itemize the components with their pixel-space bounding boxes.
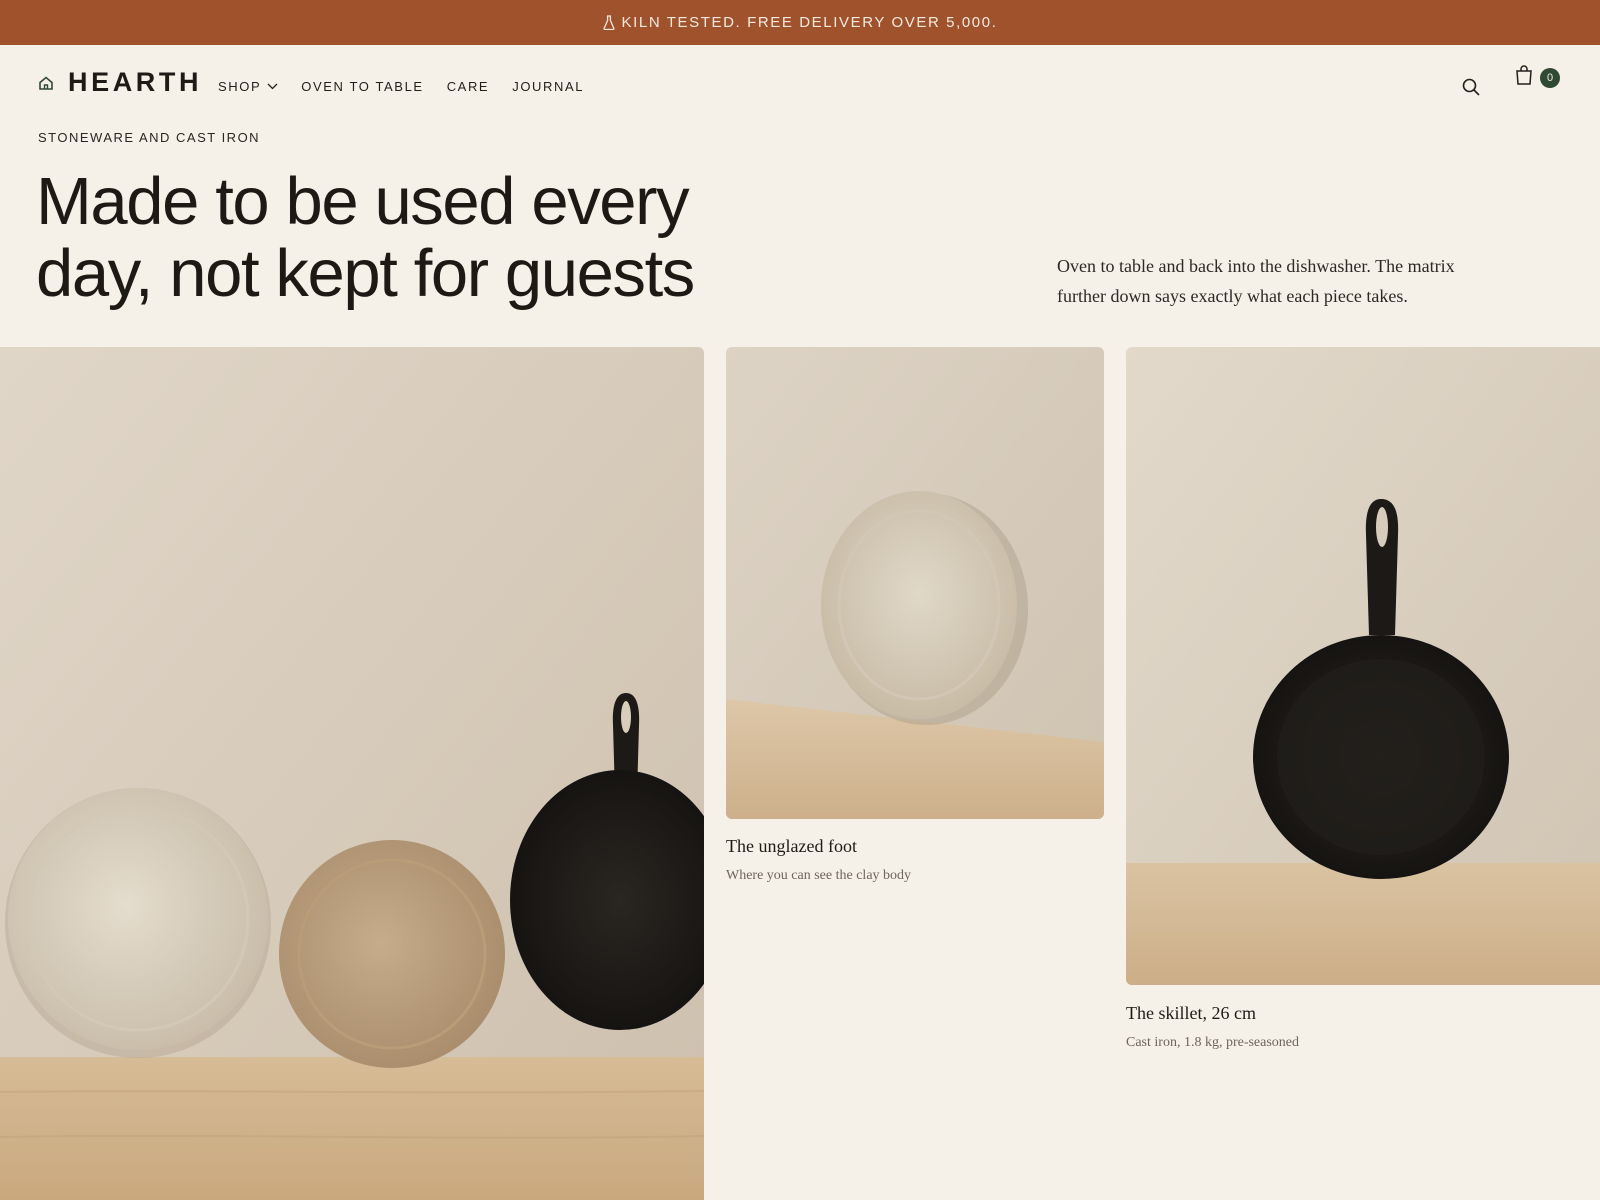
- logo-link[interactable]: HEARTH: [38, 67, 202, 98]
- cart-count-badge: 0: [1540, 68, 1560, 88]
- announcement-bar: KILN TESTED. FREE DELIVERY OVER 5,000.: [0, 0, 1600, 45]
- nav-shop-label: SHOP: [218, 79, 262, 94]
- shopping-bag-icon: [1514, 64, 1534, 91]
- search-icon[interactable]: [1461, 77, 1481, 97]
- nav-care[interactable]: CARE: [447, 79, 490, 94]
- card-title-skillet[interactable]: The skillet, 26 cm: [1126, 1003, 1256, 1024]
- card-subtitle-unglazed-foot: Where you can see the clay body: [726, 868, 912, 883]
- plate-leaning-photo[interactable]: [726, 347, 1104, 819]
- nav-shop[interactable]: SHOP: [218, 79, 278, 94]
- logo-text: HEARTH: [68, 67, 203, 97]
- nav-oven-to-table[interactable]: OVEN TO TABLE: [301, 79, 423, 94]
- hero-intro: Oven to table and back into the dishwash…: [1057, 256, 1455, 306]
- hero-eyebrow: STONEWARE AND CAST IRON: [38, 130, 261, 145]
- main-nav: SHOP OVEN TO TABLE CARE JOURNAL: [218, 79, 607, 94]
- announcement-text: KILN TESTED. FREE DELIVERY OVER 5,000.: [621, 14, 998, 31]
- headline-line-2: day, not kept for guests: [36, 236, 695, 311]
- chevron-down-icon: [267, 83, 278, 90]
- flask-icon: [602, 15, 615, 30]
- hero-headline: Made to be used every day, not kept for …: [36, 166, 756, 310]
- card-title-unglazed-foot[interactable]: The unglazed foot: [726, 836, 857, 857]
- skillet-photo[interactable]: [1126, 347, 1600, 985]
- cart-button[interactable]: 0: [1514, 64, 1562, 92]
- headline-line-1: Made to be used every: [36, 164, 690, 239]
- site-header: HEARTH SHOP OVEN TO TABLE CARE JOURNAL 0: [0, 45, 1600, 125]
- card-subtitle-skillet: Cast iron, 1.8 kg, pre-seasoned: [1126, 1035, 1300, 1050]
- nav-journal[interactable]: JOURNAL: [512, 79, 584, 94]
- plates-and-skillet-photo[interactable]: [0, 347, 704, 1200]
- home-icon: [38, 75, 54, 91]
